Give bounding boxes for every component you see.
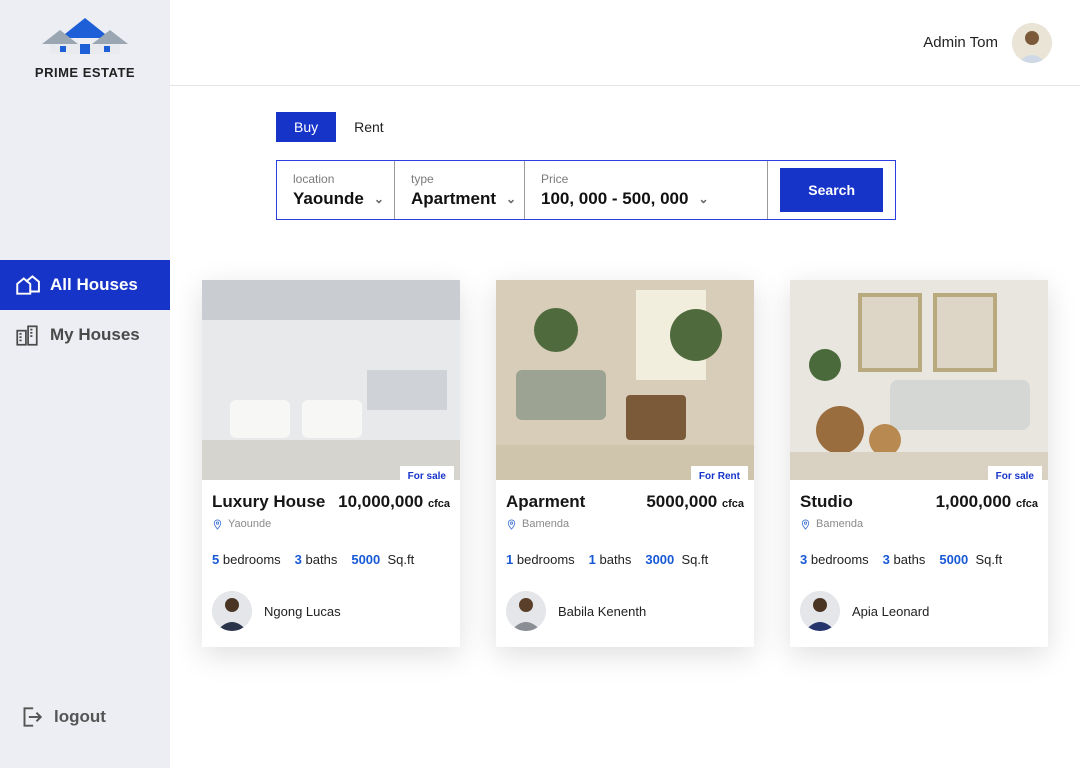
listing-price: 5000,000 cfca [646,492,744,512]
chevron-down-icon: ⌄ [374,192,384,206]
logo: PRIME ESTATE [0,16,170,100]
filter-location-value: Yaounde [293,189,364,209]
buildings-icon [14,322,40,348]
listing-image [202,280,460,480]
mode-tabs: Buy Rent [276,112,1054,142]
logout-icon [18,704,44,730]
owner-name: Apia Leonard [852,604,929,619]
pin-icon [212,519,223,530]
logout-button[interactable]: logout [0,694,170,740]
owner-avatar [212,591,252,631]
sidebar-item-all-houses[interactable]: All Houses [0,260,170,310]
sidebar-item-my-houses[interactable]: My Houses [0,310,170,360]
user-menu[interactable]: Admin Tom [923,23,1052,63]
sidebar-nav: All Houses My Houses [0,260,170,360]
tab-rent[interactable]: Rent [336,112,402,142]
filter-price[interactable]: Price 100, 000 - 500, 000 ⌄ [525,161,768,219]
logo-icon [30,16,140,61]
user-name: Admin Tom [923,34,998,51]
sidebar: PRIME ESTATE All Houses My Houses [0,0,170,768]
owner-avatar [800,591,840,631]
filter-location-label: location [293,172,378,186]
listing-price: 10,000,000 cfca [338,492,450,512]
listing-title: Studio [800,492,853,512]
pin-icon [506,519,517,530]
chevron-down-icon: ⌄ [506,192,516,206]
filter-bar: location Yaounde ⌄ type Apartment ⌄ Price … [276,160,896,220]
logout-label: logout [54,707,106,727]
filter-price-label: Price [541,172,751,186]
listing-specs: 5 bedrooms 3 baths 5000 Sq.ft [212,552,450,567]
listing-card[interactable]: For sale Luxury House 10,000,000 cfca Ya… [202,280,460,647]
listing-location: Bamenda [800,518,1038,530]
filter-type-value: Apartment [411,189,496,209]
listing-specs: 1 bedrooms 1 baths 3000 Sq.ft [506,552,744,567]
main: Admin Tom Buy Rent location Yaounde ⌄ typ… [170,0,1080,768]
brand-name: PRIME ESTATE [12,65,158,80]
avatar [1012,23,1052,63]
owner-avatar [506,591,546,631]
filter-type[interactable]: type Apartment ⌄ [395,161,525,219]
listing-title: Aparment [506,492,585,512]
listing-title: Luxury House [212,492,325,512]
listing-owner: Babila Kenenth [506,591,744,631]
tab-buy[interactable]: Buy [276,112,336,142]
topbar: Admin Tom [170,0,1080,86]
listing-card[interactable]: For Rent Aparment 5000,000 cfca Bamenda … [496,280,754,647]
filter-location[interactable]: location Yaounde ⌄ [277,161,395,219]
listing-location: Bamenda [506,518,744,530]
listing-price: 1,000,000 cfca [936,492,1038,512]
filter-price-value: 100, 000 - 500, 000 [541,189,688,209]
listing-owner: Apia Leonard [800,591,1038,631]
listing-badge: For sale [988,466,1042,487]
listing-image [496,280,754,480]
listing-grid: For sale Luxury House 10,000,000 cfca Ya… [202,280,1054,647]
listing-badge: For Rent [691,466,748,487]
sidebar-item-label: My Houses [50,325,140,345]
houses-icon [14,272,40,298]
filter-type-label: type [411,172,508,186]
chevron-down-icon: ⌄ [698,192,708,206]
listing-specs: 3 bedrooms 3 baths 5000 Sq.ft [800,552,1038,567]
search-button[interactable]: Search [780,168,883,212]
pin-icon [800,519,811,530]
owner-name: Babila Kenenth [558,604,646,619]
owner-name: Ngong Lucas [264,604,341,619]
sidebar-item-label: All Houses [50,275,138,295]
listing-location: Yaounde [212,518,450,530]
listing-image [790,280,1048,480]
listing-badge: For sale [400,466,454,487]
listing-card[interactable]: For sale Studio 1,000,000 cfca Bamenda 3… [790,280,1048,647]
listing-owner: Ngong Lucas [212,591,450,631]
